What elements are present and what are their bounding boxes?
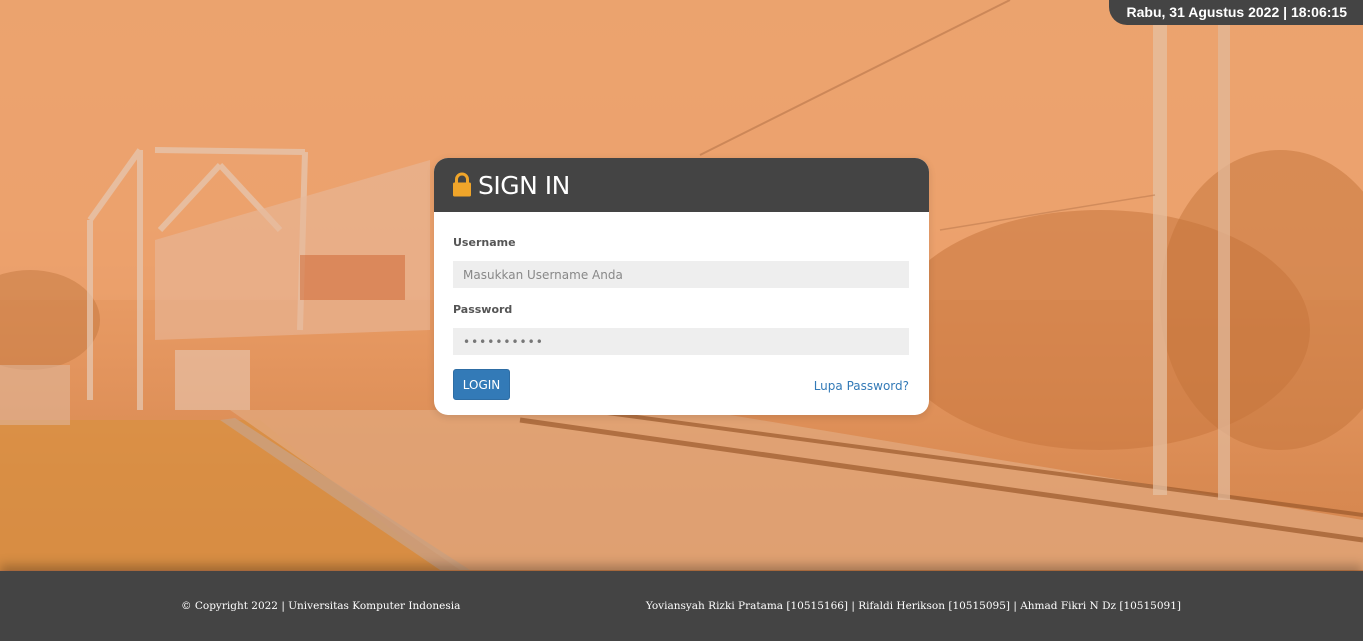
- forgot-password-link[interactable]: Lupa Password?: [814, 379, 909, 393]
- login-button[interactable]: LOGIN: [453, 369, 510, 400]
- datetime-clock: Rabu, 31 Agustus 2022 | 18:06:15: [1108, 0, 1363, 25]
- username-label: Username: [453, 236, 516, 249]
- password-label: Password: [453, 303, 513, 316]
- password-input[interactable]: [453, 328, 909, 355]
- login-page: Rabu, 31 Agustus 2022 | 18:06:15 SIGN IN…: [0, 0, 1363, 641]
- footer-authors: Yoviansyah Rizki Pratama [10515166] | Ri…: [645, 600, 1181, 612]
- footer: © Copyright 2022 | Universitas Komputer …: [0, 571, 1363, 641]
- login-title: SIGN IN: [478, 170, 570, 200]
- username-input[interactable]: [453, 261, 909, 288]
- login-card-header: SIGN IN: [434, 158, 929, 212]
- login-card: SIGN IN Username Password LOGIN Lupa Pas…: [434, 158, 929, 415]
- lock-icon: [453, 172, 471, 196]
- footer-copyright: © Copyright 2022 | Universitas Komputer …: [181, 600, 461, 612]
